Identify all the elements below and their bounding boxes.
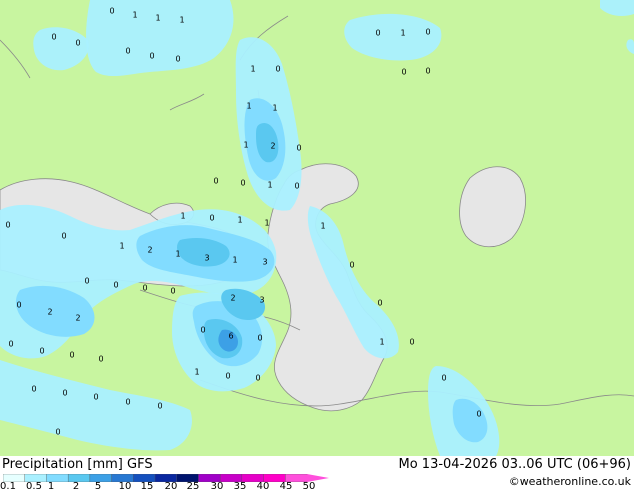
map-value-label: 0 [5,221,10,230]
map-value-label: 0 [257,334,262,343]
border-line-south [199,379,634,407]
legend-tick-label: 30 [210,481,224,492]
map-value-label: 0 [213,177,218,186]
map-value-label: 2 [147,246,152,255]
map-value-label: 0 [377,299,382,308]
map-value-label: 0 [62,389,67,398]
map-value-label: 0 [296,144,301,153]
map-value-label: 1 [119,242,124,251]
map-title: Precipitation [mm] GFS [2,457,153,472]
map-value-label: 1 [246,102,251,111]
map-value-label: 0 [55,428,60,437]
map-value-label: 0 [294,182,299,191]
map-value-label: 0 [175,55,180,64]
map-value-label: 0 [170,287,175,296]
map-value-label: 1 [180,212,185,221]
legend-tick-label: 5 [94,481,102,492]
credit-text: ©weatheronline.co.uk [508,475,631,488]
map-value-label: 1 [132,11,137,20]
legend-tick-label: 0.5 [26,481,42,492]
map-value-label: 3 [204,254,209,263]
map-value-label: 2 [75,314,80,323]
map-value-label: 0 [39,347,44,356]
map-value-label: 0 [209,214,214,223]
map-value-label: 1 [264,219,269,228]
map-value-label: 2 [270,142,275,151]
map-value-label: 0 [441,374,446,383]
product-label: Precipitation [mm] [2,457,123,472]
map-value-label: 3 [262,258,267,267]
map-value-label: 1 [237,216,242,225]
map-value-label: 0 [349,261,354,270]
map-value-label: 0 [69,351,74,360]
legend-tick-label: 15 [140,481,154,492]
map-value-label: 1 [232,256,237,265]
map-value-label: 0 [31,385,36,394]
map-value-label: 0 [157,402,162,411]
map-value-label: 1 [379,338,384,347]
map-value-label: 3 [259,296,264,305]
valid-time: Mo 13-04-2026 03..06 UTC (06+96) [398,457,632,472]
eastern-lake [459,166,526,248]
map-value-label: 1 [179,16,184,25]
map-value-label: 1 [194,368,199,377]
map-value-label: 0 [125,47,130,56]
map-value-label: 0 [51,33,56,42]
map-value-label: 0 [93,393,98,402]
map-value-label: 0 [375,29,380,38]
map-value-label: 2 [47,308,52,317]
map-value-label: 0 [425,28,430,37]
map-value-label: 0 [8,340,13,349]
map-value-label: 1 [267,181,272,190]
map-value-label: 0 [255,374,260,383]
map-value-label: 0 [84,277,89,286]
map-value-label: 0 [225,372,230,381]
map-canvas: 1 1 1 0 0 0 0 0 0 0 1 0 0 0 1 0 1 1 1 2 0 0 0 1 0 1 0 1 1 0 0 1 2 1 3 1 3 1 0 0… [0,0,634,456]
map-value-label: 6 [228,332,233,341]
legend-tick-label: 20 [164,481,178,492]
map-value-label: 0 [401,68,406,77]
legend-tick-label: 10 [118,481,132,492]
map-value-label: 1 [243,141,248,150]
legend-tick-label: 45 [279,481,293,492]
legend-tick-label: 50 [302,481,316,492]
map-value-label: 1 [250,65,255,74]
map-value-label: 1 [272,104,277,113]
map-value-label: 0 [200,326,205,335]
legend-tick-label: 35 [233,481,247,492]
map-value-label: 0 [109,7,114,16]
legend-tick-label: 25 [186,481,200,492]
map-value-label: 0 [125,398,130,407]
map-value-label: 0 [149,52,154,61]
map-value-label: 0 [98,355,103,364]
map-value-label: 0 [425,67,430,76]
map-value-label: 1 [400,29,405,38]
precipitation-map: 1 1 1 0 0 0 0 0 0 0 1 0 0 0 1 0 1 1 1 2 0 0 0 1 0 1 0 1 1 0 0 1 2 1 3 1 3 1 0 0… [0,0,634,456]
map-value-label: 0 [240,179,245,188]
model-label: GFS [127,457,153,472]
map-value-label: 0 [113,281,118,290]
map-value-label: 0 [16,301,21,310]
map-value-label: 1 [175,250,180,259]
map-value-label: 0 [75,39,80,48]
legend-tick-label: 2 [72,481,80,492]
map-value-label: 0 [142,284,147,293]
map-value-label: 0 [409,338,414,347]
legend-tick-label: 0.1 [0,481,16,492]
map-value-label: 0 [476,410,481,419]
legend-tick-label: 1 [47,481,55,492]
map-value-label: 0 [275,65,280,74]
map-value-label: 1 [155,14,160,23]
map-footer: Precipitation [mm] GFS Mo 13-04-2026 03.… [0,456,634,492]
map-value-label: 2 [230,294,235,303]
map-value-label: 0 [61,232,66,241]
map-value-label: 1 [320,222,325,231]
legend-tick-label: 40 [256,481,270,492]
